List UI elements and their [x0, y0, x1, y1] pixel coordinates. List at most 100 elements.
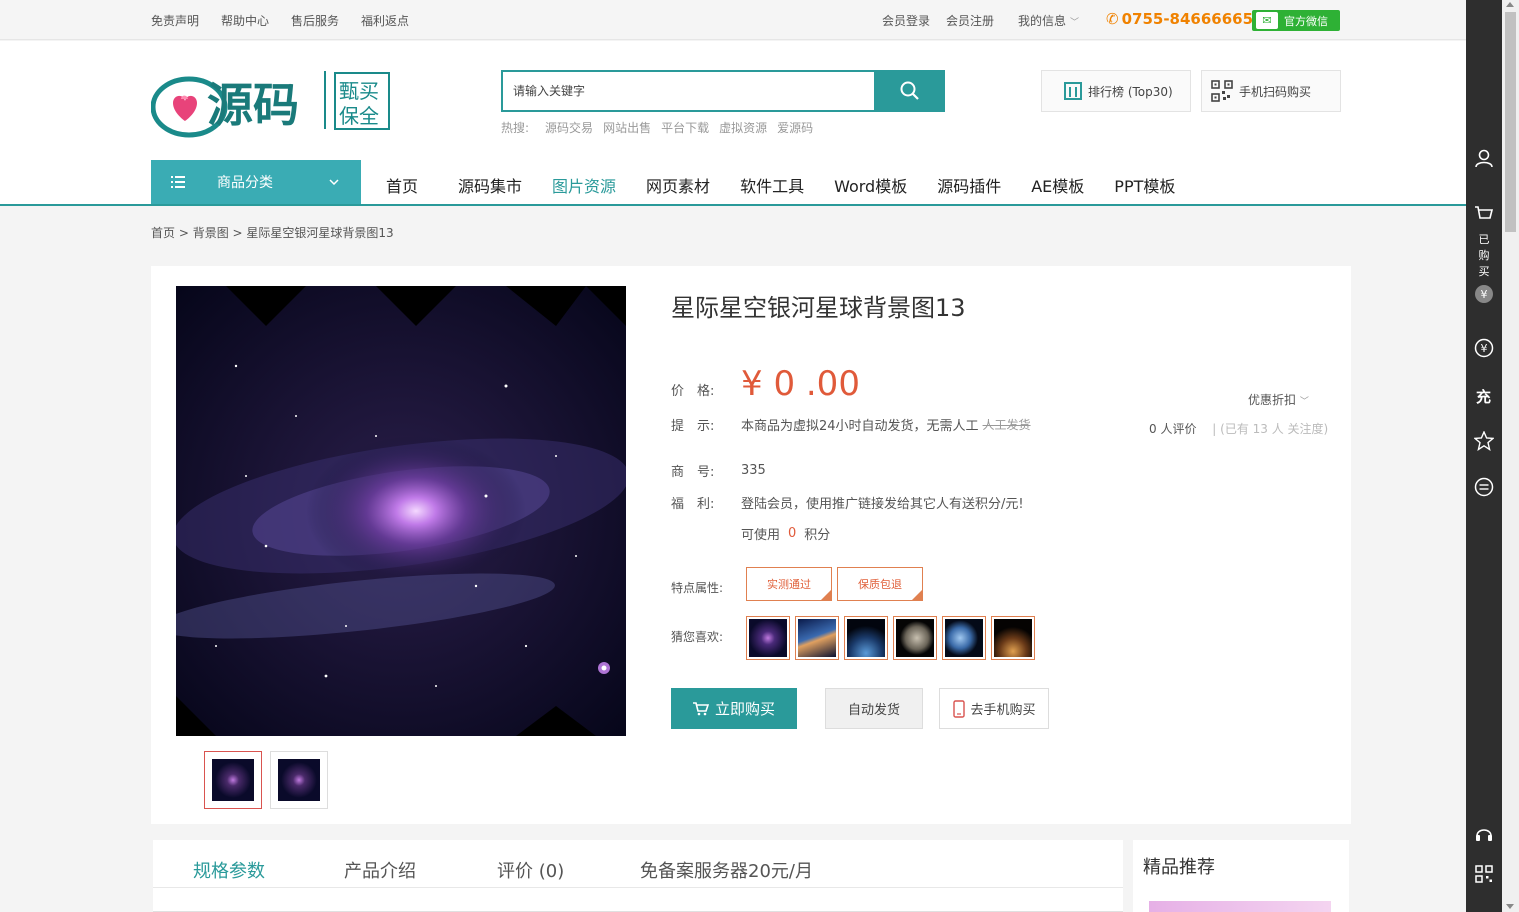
qrcode-icon[interactable] — [1474, 864, 1494, 884]
galaxy-image — [176, 286, 626, 736]
search-button[interactable] — [874, 70, 945, 112]
attention-count: | (已有 13 人 关注度) — [1212, 422, 1329, 436]
discount-dropdown[interactable]: 优惠折扣 ﹀ — [1248, 391, 1309, 408]
hot-word[interactable]: 虚拟资源 — [719, 119, 767, 136]
recommended-item[interactable] — [844, 616, 888, 660]
hot-word[interactable]: 源码交易 — [545, 119, 593, 136]
product-main-image[interactable] — [176, 286, 626, 736]
thumbnail-1[interactable] — [204, 751, 262, 809]
right-toolbar: 已购买 ¥ ¥ 充 — [1466, 0, 1502, 912]
nav-item-software[interactable]: 软件工具 — [740, 173, 804, 197]
recommend-box: 精品推荐 — [1133, 840, 1349, 912]
likes-row: 猜您喜欢: — [671, 628, 723, 645]
menu-icon — [171, 176, 185, 188]
register-link[interactable]: 会员注册 — [946, 12, 994, 29]
message-icon[interactable] — [1474, 477, 1494, 497]
recommended-item[interactable] — [795, 616, 839, 660]
main-nav: 商品分类 首页 源码集市 图片资源 网页素材 软件工具 Word模板 源码插件 … — [0, 160, 1466, 206]
mobile-buy-button[interactable]: 去手机购买 — [939, 688, 1049, 729]
category-menu-button[interactable]: 商品分类 — [151, 160, 361, 204]
recommended-item[interactable] — [942, 616, 986, 660]
top-link-aftersales[interactable]: 售后服务 — [291, 12, 339, 29]
likes-label: 猜您喜欢: — [671, 630, 724, 644]
top-link-rebate[interactable]: 福利返点 — [361, 12, 409, 29]
product-panel: 星际星空银河星球背景图13 价 格: ¥ 0 .00 优惠折扣 ﹀ 提 示: 本… — [151, 266, 1351, 824]
tab-server-ad[interactable]: 免备案服务器20元/月 — [640, 857, 813, 883]
hot-word[interactable]: 平台下载 — [661, 119, 709, 136]
star-icon[interactable] — [1474, 431, 1494, 451]
hot-label: 热搜: — [501, 121, 530, 135]
cart-icon — [692, 701, 709, 715]
svg-text:¥: ¥ — [1481, 342, 1488, 355]
tab-divider — [153, 887, 1123, 888]
purchased-label[interactable]: 已购买 — [1477, 232, 1491, 280]
buy-now-button[interactable]: 立即购买 — [671, 688, 797, 729]
scroll-down-arrow[interactable] — [1506, 904, 1514, 909]
tip-text: 本商品为虚拟24小时自动发货，无需人工 — [741, 419, 979, 434]
page-scrollbar[interactable] — [1502, 0, 1519, 912]
nav-item-web-assets[interactable]: 网页素材 — [646, 173, 710, 197]
nav-item-ppt[interactable]: PPT模板 — [1114, 173, 1175, 197]
nav-item-ae[interactable]: AE模板 — [1031, 173, 1084, 197]
scan-button[interactable]: 手机扫码购买 — [1201, 70, 1341, 112]
recommended-image — [896, 619, 934, 657]
tip-row: 提 示: 本商品为虚拟24小时自动发货，无需人工 人工发货 — [671, 415, 1031, 434]
nav-item-home[interactable]: 首页 — [386, 173, 418, 197]
sku-label: 商 号: — [671, 465, 715, 480]
review-count[interactable]: 0 人评价 — [1149, 422, 1196, 436]
login-link[interactable]: 会员登录 — [882, 12, 930, 29]
category-label: 商品分类 — [217, 175, 273, 191]
recommended-item[interactable] — [746, 616, 790, 660]
wechat-button[interactable]: ✉ 官方微信 — [1252, 10, 1340, 31]
recommended-image — [945, 619, 983, 657]
hot-word[interactable]: 爱源码 — [777, 119, 813, 136]
tab-specs[interactable]: 规格参数 — [193, 857, 265, 883]
scroll-up-arrow[interactable] — [1506, 2, 1514, 7]
price-value: ¥ 0 .00 — [741, 364, 860, 404]
headset-icon[interactable] — [1474, 824, 1494, 844]
search-icon — [900, 81, 919, 100]
breadcrumb-category[interactable]: 背景图 — [193, 226, 229, 240]
discount-label: 优惠折扣 — [1248, 393, 1297, 407]
breadcrumb-home[interactable]: 首页 — [151, 226, 175, 240]
buy-now-label: 立即购买 — [714, 700, 775, 718]
points-prefix: 可使用 — [741, 528, 781, 543]
tab-reviews[interactable]: 评价 (0) — [497, 857, 564, 883]
top-link-help[interactable]: 帮助中心 — [221, 12, 269, 29]
cart-icon[interactable] — [1474, 205, 1494, 225]
recommended-image — [847, 619, 885, 657]
recommended-item[interactable] — [893, 616, 937, 660]
nav-item-source-market[interactable]: 源码集市 — [458, 173, 522, 197]
wechat-label: 官方微信 — [1284, 14, 1328, 28]
scrollbar-thumb[interactable] — [1505, 12, 1516, 232]
benefit-row: 福 利: 登陆会员，使用推广链接发给其它人有送积分/元! — [671, 493, 1024, 512]
thumbnail-2[interactable] — [270, 751, 328, 809]
benefit-text: 登陆会员，使用推广链接发给其它人有送积分/元! — [741, 497, 1024, 512]
phone-icon: ✆ — [1106, 10, 1119, 28]
tab-intro[interactable]: 产品介绍 — [344, 857, 416, 883]
nav-item-word[interactable]: Word模板 — [834, 173, 907, 197]
nav-item-plugins[interactable]: 源码插件 — [937, 173, 1001, 197]
recommended-item[interactable] — [991, 616, 1035, 660]
points-row: 可使用 0 积分 — [741, 524, 830, 543]
top-link-disclaimer[interactable]: 免责声明 — [151, 12, 199, 29]
my-info-label: 我的信息 — [1018, 14, 1067, 28]
rank-button[interactable]: 排行榜 (Top30) — [1041, 70, 1191, 112]
my-info-link[interactable]: 我的信息 ﹀ — [1018, 12, 1095, 29]
auto-delivery-button[interactable]: 自动发货 — [825, 688, 923, 729]
price-row: 价 格: ¥ 0 .00 — [671, 364, 860, 404]
site-logo[interactable]: 源码 甄买 保全 — [150, 63, 391, 139]
recharge-button[interactable]: 充 — [1476, 386, 1491, 407]
nav-item-images[interactable]: 图片资源 — [552, 173, 616, 197]
nav-items: 首页 源码集市 图片资源 网页素材 软件工具 Word模板 源码插件 AE模板 … — [386, 173, 1205, 197]
wechat-icon: ✉ — [1256, 12, 1278, 29]
user-icon[interactable] — [1474, 148, 1494, 168]
features-row: 特点属性: — [671, 579, 723, 596]
hot-word[interactable]: 网站出售 — [603, 119, 651, 136]
recommend-image[interactable] — [1149, 901, 1331, 912]
ranking-icon — [1064, 82, 1082, 100]
yen-circle-icon[interactable]: ¥ — [1474, 338, 1494, 358]
search-input[interactable] — [501, 70, 874, 112]
points-suffix: 积分 — [804, 528, 831, 543]
phone-text: 0755-84666665 — [1121, 10, 1254, 28]
